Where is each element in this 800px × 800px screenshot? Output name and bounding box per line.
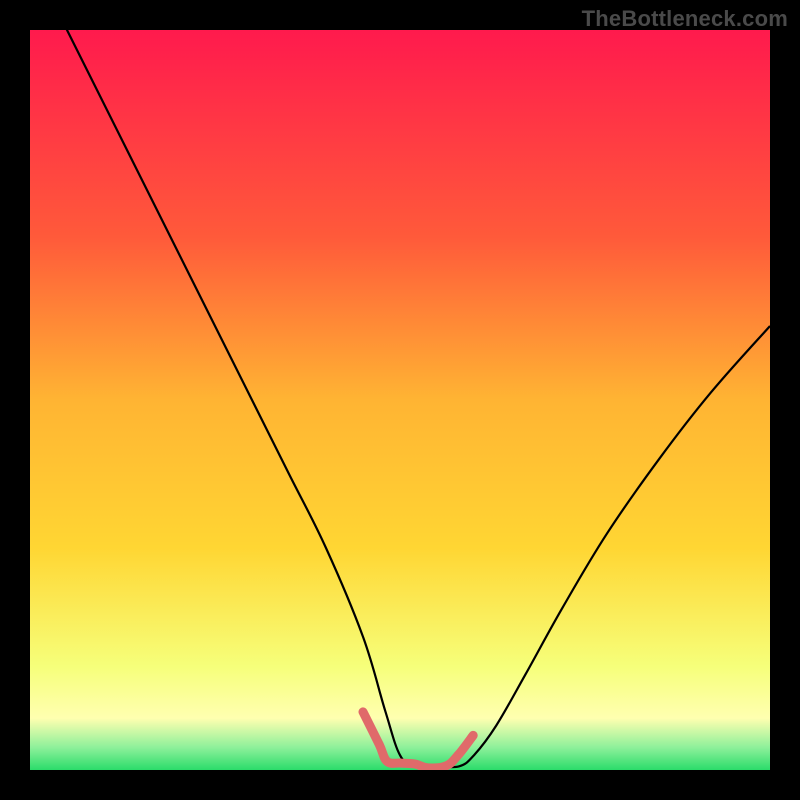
frame-right: [770, 0, 800, 800]
plot-background: [30, 30, 770, 770]
watermark-text: TheBottleneck.com: [582, 6, 788, 32]
chart-stage: TheBottleneck.com: [0, 0, 800, 800]
frame-bottom: [0, 770, 800, 800]
chart-svg: [0, 0, 800, 800]
frame-left: [0, 0, 30, 800]
